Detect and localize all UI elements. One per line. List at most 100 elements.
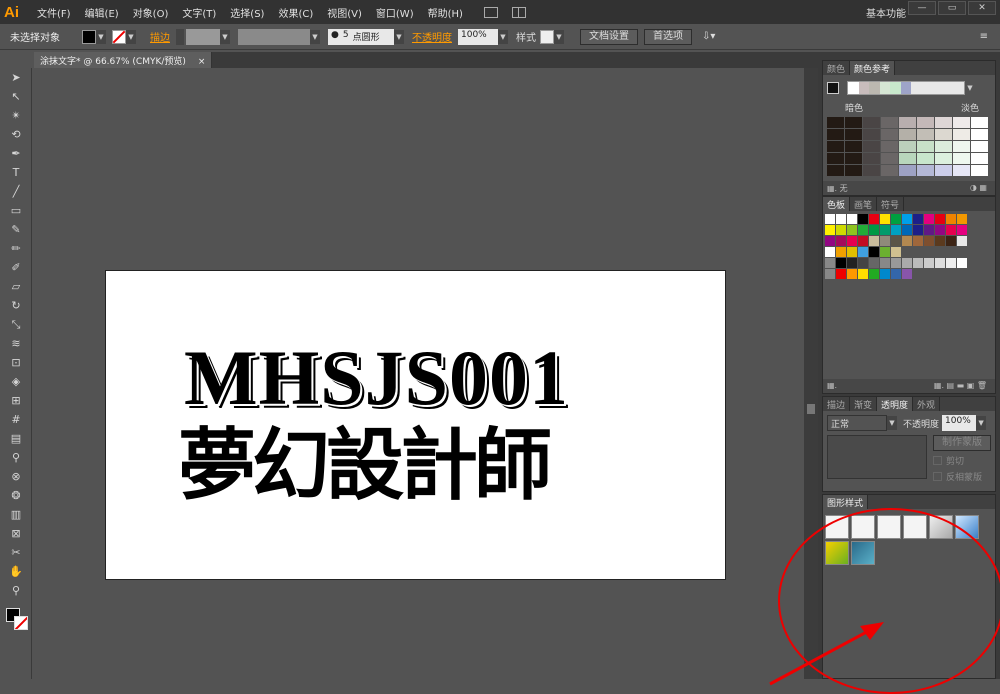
workspace-switcher[interactable]: 基本功能 — [866, 5, 906, 20]
swatch[interactable] — [913, 247, 923, 257]
swatch[interactable] — [825, 214, 835, 224]
close-window-button[interactable]: ✕ — [968, 1, 996, 15]
swatch[interactable] — [957, 247, 967, 257]
guide-swatch[interactable] — [953, 141, 970, 152]
type-tool-icon[interactable]: T — [5, 164, 27, 182]
stroke-weight-stepper[interactable] — [176, 28, 184, 45]
swatch-actions-icons[interactable]: ▦. ▤ ▬ ▣ 🗑 — [934, 381, 987, 390]
swatch[interactable] — [880, 236, 890, 246]
arrange-documents-icon[interactable] — [511, 6, 526, 18]
tab-swatchtabs-2[interactable]: 符号 — [877, 197, 905, 211]
perspective-grid-icon[interactable]: ⊞ — [5, 392, 27, 410]
direct-selection-tool-icon[interactable]: ↖ — [5, 88, 27, 106]
tab-colortabs-0[interactable]: 颜色 — [823, 61, 851, 75]
tab-swatchtabs-0[interactable]: 色板 — [823, 197, 851, 211]
guide-swatch[interactable] — [971, 165, 988, 176]
rotate-tool-icon[interactable]: ↻ — [5, 297, 27, 315]
swatch[interactable] — [858, 247, 868, 257]
opacity-field-panel[interactable]: 100% — [942, 415, 977, 431]
swatch[interactable] — [902, 225, 912, 235]
guide-swatch[interactable] — [971, 153, 988, 164]
swatch[interactable] — [880, 247, 890, 257]
eyedropper-icon[interactable]: ⚲ — [5, 449, 27, 467]
chevron-down-icon[interactable]: ▼ — [498, 29, 508, 44]
guide-swatch[interactable] — [881, 129, 898, 140]
guide-swatch[interactable] — [935, 153, 952, 164]
magic-wand-icon[interactable]: ✴ — [5, 107, 27, 125]
guide-swatch[interactable] — [935, 165, 952, 176]
swatch[interactable] — [825, 247, 835, 257]
swatch[interactable] — [869, 258, 879, 268]
swatch[interactable] — [935, 236, 945, 246]
variable-width-profile[interactable] — [238, 28, 310, 45]
swatch[interactable] — [935, 258, 945, 268]
guide-swatch[interactable] — [881, 141, 898, 152]
guide-swatch[interactable] — [881, 117, 898, 128]
swatch[interactable] — [902, 247, 912, 257]
chevron-down-icon[interactable]: ▼ — [394, 29, 404, 44]
arrange-icon[interactable]: ⇩▾ — [702, 31, 715, 42]
guide-swatch[interactable] — [845, 153, 862, 164]
tab-transtabs-3[interactable]: 外观 — [913, 397, 941, 411]
guide-swatch[interactable] — [917, 117, 934, 128]
guide-swatch[interactable] — [971, 129, 988, 140]
swatch[interactable] — [957, 214, 967, 224]
swatch[interactable] — [957, 236, 967, 246]
color-guide-options-icon[interactable]: ◑ ▦ — [970, 183, 987, 192]
guide-swatch[interactable] — [935, 141, 952, 152]
mesh-tool-icon[interactable]: # — [5, 411, 27, 429]
swatch[interactable] — [891, 225, 901, 235]
guide-swatch[interactable] — [827, 165, 844, 176]
swatch[interactable] — [847, 258, 857, 268]
swatch[interactable] — [825, 269, 835, 279]
swatch[interactable] — [858, 236, 868, 246]
menu-item-1[interactable]: 编辑(E) — [78, 5, 126, 20]
opacity-field[interactable]: 100% — [458, 28, 498, 45]
swatch[interactable] — [880, 258, 890, 268]
guide-swatch[interactable] — [827, 141, 844, 152]
swatch[interactable] — [924, 225, 934, 235]
guide-swatch[interactable] — [845, 165, 862, 176]
chevron-down-icon[interactable]: ▼ — [96, 29, 106, 44]
swatch[interactable] — [858, 214, 868, 224]
tab-transtabs-1[interactable]: 渐变 — [850, 397, 878, 411]
swatch[interactable] — [836, 225, 846, 235]
swatch[interactable] — [858, 269, 868, 279]
swatch[interactable] — [924, 236, 934, 246]
guide-swatch[interactable] — [971, 141, 988, 152]
swatch[interactable] — [880, 225, 890, 235]
swatch[interactable] — [946, 225, 956, 235]
menu-item-5[interactable]: 效果(C) — [271, 5, 320, 20]
swatch[interactable] — [913, 258, 923, 268]
harmony-rule-strip[interactable] — [847, 81, 965, 95]
swatch[interactable] — [902, 258, 912, 268]
make-mask-button[interactable]: 制作蒙版 — [933, 435, 991, 451]
menu-item-3[interactable]: 文字(T) — [175, 5, 223, 20]
symbol-sprayer-icon[interactable]: ❂ — [5, 487, 27, 505]
guide-swatch[interactable] — [845, 141, 862, 152]
chevron-down-icon[interactable]: ▼ — [965, 81, 975, 95]
scroll-thumb[interactable] — [807, 404, 815, 414]
swatch[interactable] — [935, 214, 945, 224]
artboard-tool-icon[interactable]: ⊠ — [5, 525, 27, 543]
swatch[interactable] — [858, 258, 868, 268]
document-setup-button[interactable]: 文档设置 — [580, 28, 638, 45]
canvas-area[interactable]: MHSJS001 夢幻設計師 — [34, 68, 804, 679]
swatch[interactable] — [825, 225, 835, 235]
line-tool-icon[interactable]: ╱ — [5, 183, 27, 201]
guide-swatch[interactable] — [917, 141, 934, 152]
swatch[interactable] — [847, 247, 857, 257]
blend-mode-select[interactable]: 正常 — [827, 415, 887, 431]
swatch[interactable] — [869, 236, 879, 246]
swatch[interactable] — [836, 236, 846, 246]
guide-swatch[interactable] — [935, 117, 952, 128]
document-tab[interactable]: 涂抹文字* @ 66.67% (CMYK/预览) × — [34, 52, 213, 68]
artwork-text-chinese[interactable]: 夢幻設計師 — [178, 421, 552, 511]
swatch[interactable] — [869, 225, 879, 235]
guide-swatch[interactable] — [845, 129, 862, 140]
guide-swatch[interactable] — [935, 129, 952, 140]
paintbrush-icon[interactable]: ✎ — [5, 221, 27, 239]
clip-checkbox[interactable] — [933, 456, 942, 465]
free-transform-icon[interactable]: ⊡ — [5, 354, 27, 372]
guide-swatch[interactable] — [917, 153, 934, 164]
